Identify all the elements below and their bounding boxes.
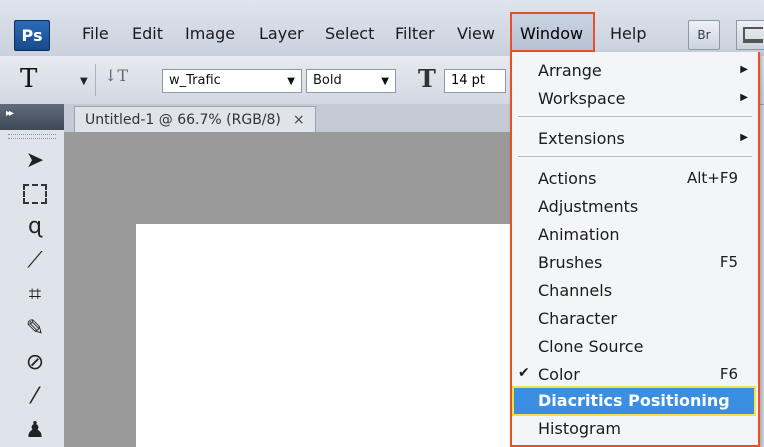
menu-item-shortcut: F6 [719,365,738,383]
menu-item-actions[interactable]: Actions Alt+F9 [512,166,758,192]
menu-file[interactable]: File [82,24,109,43]
menu-item-character[interactable]: Character [512,306,758,332]
healing-brush-icon[interactable]: ⊘ [20,348,50,376]
menu-item-label: Brushes [538,253,603,272]
menu-item-histogram[interactable]: Histogram [512,416,758,442]
menu-item-label: Clone Source [538,337,644,356]
font-family-dropdown[interactable]: w_Trafic ▼ [162,69,302,93]
menu-item-arrange[interactable]: Arrange ▶ [512,58,758,84]
font-style-dropdown[interactable]: Bold ▼ [306,69,396,93]
document-tab-strip: Untitled-1 @ 66.7% (RGB/8) × [64,104,510,133]
menu-item-shortcut: Alt+F9 [686,169,738,187]
menu-item-diacritics-positioning[interactable]: Diacritics Positioning [512,386,756,416]
submenu-arrow-icon: ▶ [740,92,748,103]
menu-item-label: Arrange [538,61,602,80]
submenu-arrow-icon: ▶ [740,64,748,75]
menu-view[interactable]: View [457,24,495,43]
menu-image[interactable]: Image [185,24,235,43]
collapse-icon[interactable]: ▸▸ [6,108,14,119]
checkmark-icon: ✔ [518,365,530,381]
menu-window[interactable]: Window [510,12,595,52]
font-style-value: Bold [313,73,342,88]
menu-item-channels[interactable]: Channels [512,278,758,304]
window-dropdown-menu: Arrange ▶ Workspace ▶ Extensions ▶ Actio… [510,52,760,447]
menu-item-label: Histogram [538,419,621,438]
tools-panel: ▸▸ ➤ ɋ ⟋ ⌗ ✎ ⊘ ⁄ ♟ [0,104,65,447]
close-icon[interactable]: × [293,112,305,128]
menu-item-extensions[interactable]: Extensions ▶ [512,126,758,152]
document-canvas[interactable] [136,224,510,447]
menu-item-adjustments[interactable]: Adjustments [512,194,758,220]
bridge-button[interactable]: Br [688,20,720,50]
menu-bar: Ps File Edit Image Layer Select Filter V… [0,0,764,57]
menu-item-label: Diacritics Positioning [538,391,730,410]
eyedropper-icon[interactable]: ✎ [20,314,50,342]
font-size-icon: T [418,64,436,93]
menu-item-label: Channels [538,281,613,300]
menu-item-label: Workspace [538,89,626,108]
menu-item-shortcut: F5 [719,253,738,271]
panel-grip[interactable] [8,134,56,139]
menu-item-label: Animation [538,225,620,244]
menu-select[interactable]: Select [325,24,374,43]
menu-edit[interactable]: Edit [132,24,163,43]
photoshop-logo[interactable]: Ps [14,20,50,51]
menu-item-animation[interactable]: Animation [512,222,758,248]
text-orientation-icon[interactable]: ↓T [104,66,128,85]
menu-window-label: Window [520,24,584,43]
move-tool-icon[interactable]: ➤ [20,146,50,174]
menu-item-workspace[interactable]: Workspace ▶ [512,86,758,112]
separator [95,64,96,96]
chevron-down-icon: ▼ [287,76,295,87]
menu-item-label: Actions [538,169,597,188]
brush-tool-icon[interactable]: ⁄ [20,382,50,410]
font-family-value: w_Trafic [169,73,221,88]
chevron-down-icon: ▼ [381,76,389,87]
document-tab-title: Untitled-1 @ 66.7% (RGB/8) [85,111,281,128]
tools-panel-header[interactable]: ▸▸ [0,104,64,130]
menu-item-color[interactable]: ✔ Color F6 [512,362,758,388]
menu-item-label: Color [538,365,580,384]
menu-divider [518,116,752,117]
lasso-tool-icon[interactable]: ɋ [20,212,50,240]
menu-item-brushes[interactable]: Brushes F5 [512,250,758,276]
font-size-field[interactable]: 14 pt [444,69,506,93]
menu-help[interactable]: Help [610,24,646,43]
crop-tool-icon[interactable]: ⌗ [20,280,50,308]
tool-preset-caret-icon[interactable]: ▼ [80,76,88,87]
document-tab[interactable]: Untitled-1 @ 66.7% (RGB/8) × [74,106,316,132]
menu-filter[interactable]: Filter [395,24,435,43]
magic-wand-icon[interactable]: ⟋ [20,246,50,274]
menu-item-clone-source[interactable]: Clone Source [512,334,758,360]
mini-bridge-icon[interactable] [736,20,764,50]
menu-item-label: Character [538,309,617,328]
stamp-tool-icon[interactable]: ♟ [20,416,50,444]
submenu-arrow-icon: ▶ [740,132,748,143]
menu-item-label: Extensions [538,129,625,148]
workspace-area [64,132,510,447]
marquee-tool-icon[interactable] [20,180,50,208]
menu-divider [518,156,752,157]
menu-layer[interactable]: Layer [259,24,304,43]
type-tool-icon[interactable]: T [20,64,37,94]
menu-item-label: Adjustments [538,197,639,216]
